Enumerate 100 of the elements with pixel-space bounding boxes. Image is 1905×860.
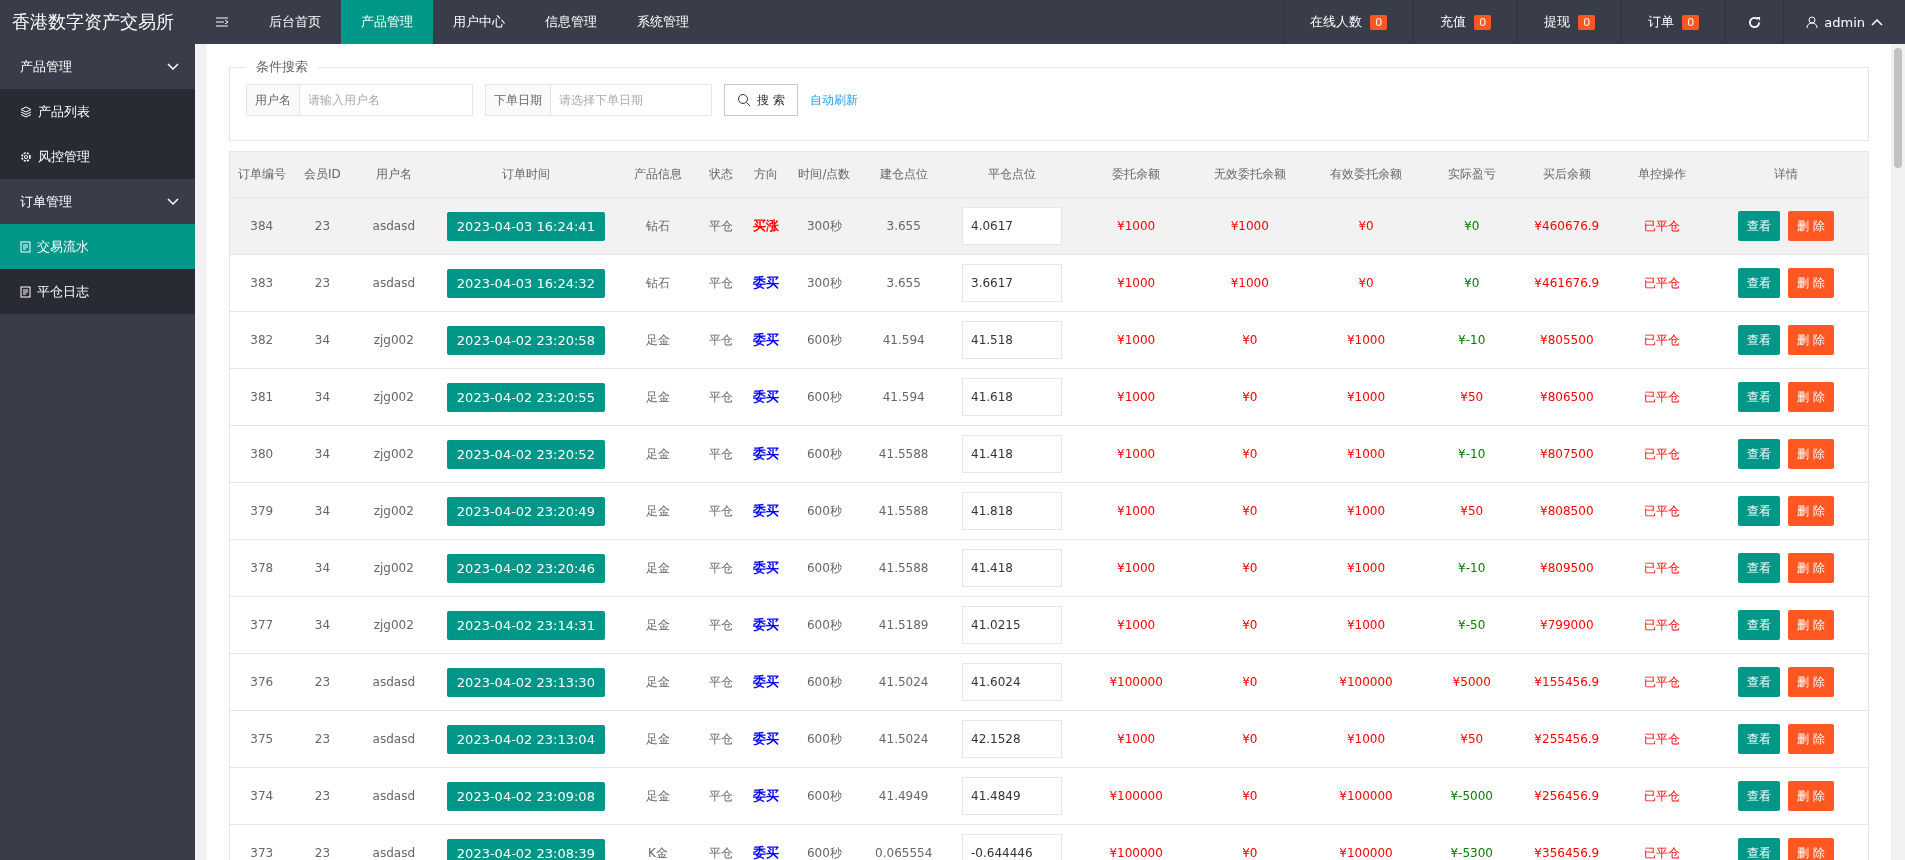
table-cell: 379 [250,504,274,518]
view-button[interactable]: 查看 [1738,667,1781,697]
sidebar-item[interactable]: 平仓日志 [0,269,195,314]
table-cell: asdasd [372,846,415,860]
table-cell: ¥50 [1460,390,1484,404]
close-price-field[interactable]: 41.4849 [962,777,1062,815]
table-cell: 41.5024 [878,732,929,746]
close-price-field[interactable]: -0.644446 [962,834,1062,860]
view-button[interactable]: 查看 [1738,838,1781,860]
time-tag: 2023-04-02 23:20:55 [446,382,605,412]
close-price-field[interactable]: 41.0215 [962,606,1062,644]
caret-icon[interactable] [1871,18,1883,26]
view-button[interactable]: 查看 [1738,268,1781,298]
view-button[interactable]: 查看 [1738,781,1781,811]
close-price-field[interactable]: 41.418 [962,549,1062,587]
sidebar-item[interactable]: 风控管理 [0,134,195,179]
nav-tab[interactable]: 信息管理 [525,0,617,44]
table-cell: ¥-10 [1458,333,1486,347]
table-cell: 600秒 [806,502,842,520]
table-row[interactable]: 383 23 asdasd 2023-04-03 16:24:32 钻石 平仓 委买 300秒 3.655 3.6617 ¥1000 ¥1000 ¥0 ¥0 ¥461676.9 已平仓 查看 删 除 [229,255,1869,312]
sidebar-item[interactable]: 产品列表 [0,89,195,134]
table-cell: 3.655 [886,276,921,290]
column-header: 买后余额 [1541,166,1592,183]
table-row[interactable]: 375 23 asdasd 2023-04-02 23:13:04 足金 平仓 委买 600秒 41.5024 42.1528 ¥1000 ¥0 ¥1000 ¥50 ¥255456.9 已平仓 查看 删 除 [229,711,1869,768]
scrollbar-thumb[interactable] [1894,48,1902,168]
table-cell: ¥1000 [1346,447,1386,461]
table-row[interactable]: 380 34 zjg002 2023-04-02 23:20:52 足金 平仓 委买 600秒 41.5588 41.418 ¥1000 ¥0 ¥1000 ¥-10 ¥807500 已平仓 查看 删 除 [229,426,1869,483]
table-cell: zjg002 [373,390,414,404]
close-price-field[interactable]: 41.818 [962,492,1062,530]
table-cell: ¥806500 [1540,390,1594,404]
time-tag: 2023-04-02 23:08:39 [446,838,605,860]
close-price-field[interactable]: 41.518 [962,321,1062,359]
table-cell: ¥0 [1242,447,1258,461]
view-button[interactable]: 查看 [1738,211,1781,241]
close-price-field[interactable]: 42.1528 [962,720,1062,758]
table-cell: 41.5588 [878,504,929,518]
nav-tab[interactable]: 产品管理 [341,0,433,44]
table-row[interactable]: 379 34 zjg002 2023-04-02 23:20:49 足金 平仓 委买 600秒 41.5588 41.818 ¥1000 ¥0 ¥1000 ¥50 ¥808500 已平仓 查看 删 除 [229,483,1869,540]
search-button[interactable]: 搜 索 [724,84,798,116]
table-cell: ¥807500 [1540,447,1594,461]
user-name[interactable]: admin [1824,14,1865,30]
table-row[interactable]: 376 23 asdasd 2023-04-02 23:13:30 足金 平仓 委买 600秒 41.5024 41.6024 ¥100000 ¥0 ¥100000 ¥5000 ¥155456.9 已平仓 查看 删 除 [229,654,1869,711]
table-row[interactable]: 382 34 zjg002 2023-04-02 23:20:58 足金 平仓 委买 600秒 41.594 41.518 ¥1000 ¥0 ¥1000 ¥-10 ¥805500 已平仓 查看 删 除 [229,312,1869,369]
table-row[interactable]: 378 34 zjg002 2023-04-02 23:20:46 足金 平仓 委买 600秒 41.5588 41.418 ¥1000 ¥0 ¥1000 ¥-10 ¥809500 已平仓 查看 删 除 [229,540,1869,597]
document-icon [20,240,31,253]
table-cell: 平仓 [709,502,734,520]
view-button[interactable]: 查看 [1738,325,1781,355]
table-cell: ¥0 [1242,561,1258,575]
table-cell: zjg002 [373,618,414,632]
view-button[interactable]: 查看 [1738,439,1781,469]
nav-tab[interactable]: 系统管理 [617,0,709,44]
table-cell: ¥1000 [1117,732,1156,746]
close-price-field[interactable]: 3.6617 [962,264,1062,302]
table-cell: ¥1000 [1346,390,1386,404]
table-row[interactable]: 374 23 asdasd 2023-04-02 23:09:08 足金 平仓 委买 600秒 41.4949 41.4849 ¥100000 ¥0 ¥100000 ¥-5000 ¥256456.9 已平仓 查看 删 除 [229,768,1869,825]
view-button[interactable]: 查看 [1738,553,1781,583]
table-cell: 钻石 [646,217,670,235]
table-cell: 足金 [646,388,670,406]
table-cell: ¥1000 [1346,732,1386,746]
nav-tab[interactable]: 用户中心 [433,0,525,44]
table-cell: 23 [314,789,331,803]
table-cell: 委买 [753,274,780,292]
stat-label: 订单 [1648,13,1675,31]
table-cell: ¥1000 [1117,561,1156,575]
refresh-icon[interactable] [1748,15,1762,29]
table-cell: ¥1000 [1117,618,1156,632]
close-price-field[interactable]: 4.0617 [962,207,1062,245]
table-cell: 委买 [753,445,780,463]
close-price-field[interactable]: 41.6024 [962,663,1062,701]
nav-tab[interactable]: 后台首页 [249,0,341,44]
time-tag: 2023-04-02 23:09:08 [446,781,605,811]
table-cell: ¥-5300 [1450,846,1493,860]
table-cell: 委买 [753,388,780,406]
table-cell: 41.5588 [878,561,929,575]
table-cell: 41.5588 [878,447,929,461]
table-cell: 382 [250,333,274,347]
count-badge: 0 [1474,14,1492,30]
table-cell: 委买 [753,787,780,805]
search-field-box[interactable]: 用户名 请输入用户名 [246,84,473,116]
table-cell: 34 [314,561,331,575]
view-button[interactable]: 查看 [1738,496,1781,526]
search-field-box[interactable]: 下单日期 请选择下单日期 [485,84,712,116]
table-cell: 平仓 [709,787,734,805]
close-price-field[interactable]: 41.618 [962,378,1062,416]
sidebar-item[interactable]: 交易流水 [0,224,195,269]
table-cell: 平仓 [709,274,734,292]
column-header: 单控操作 [1636,166,1687,183]
table-cell: ¥1000 [1117,447,1156,461]
table-row[interactable]: 377 34 zjg002 2023-04-02 23:14:31 足金 平仓 委买 600秒 41.5189 41.0215 ¥1000 ¥0 ¥1000 ¥-50 ¥799000 已平仓 查看 删 除 [229,597,1869,654]
table-cell: 平仓 [709,616,734,634]
view-button[interactable]: 查看 [1738,724,1781,754]
table-cell: ¥1000 [1230,276,1269,290]
time-tag: 2023-04-02 23:14:31 [446,610,605,640]
close-price-field[interactable]: 41.418 [962,435,1062,473]
table-row[interactable]: 384 23 asdasd 2023-04-03 16:24:41 钻石 平仓 买涨 300秒 3.655 4.0617 ¥1000 ¥1000 ¥0 ¥0 ¥460676.9 已平仓 查看 删 除 [229,198,1869,255]
view-button[interactable]: 查看 [1738,610,1781,640]
table-row[interactable]: 373 23 asdasd 2023-04-02 23:08:39 K金 平仓 委买 600秒 0.065554 -0.644446 ¥100000 ¥0 ¥100000 ¥-5300 ¥356456.9 已平仓 查看 删 除 [229,825,1869,860]
table-row[interactable]: 381 34 zjg002 2023-04-02 23:20:55 足金 平仓 委买 600秒 41.594 41.618 ¥1000 ¥0 ¥1000 ¥50 ¥806500 已平仓 查看 删 除 [229,369,1869,426]
time-tag: 2023-04-02 23:20:46 [446,553,605,583]
view-button[interactable]: 查看 [1738,382,1781,412]
